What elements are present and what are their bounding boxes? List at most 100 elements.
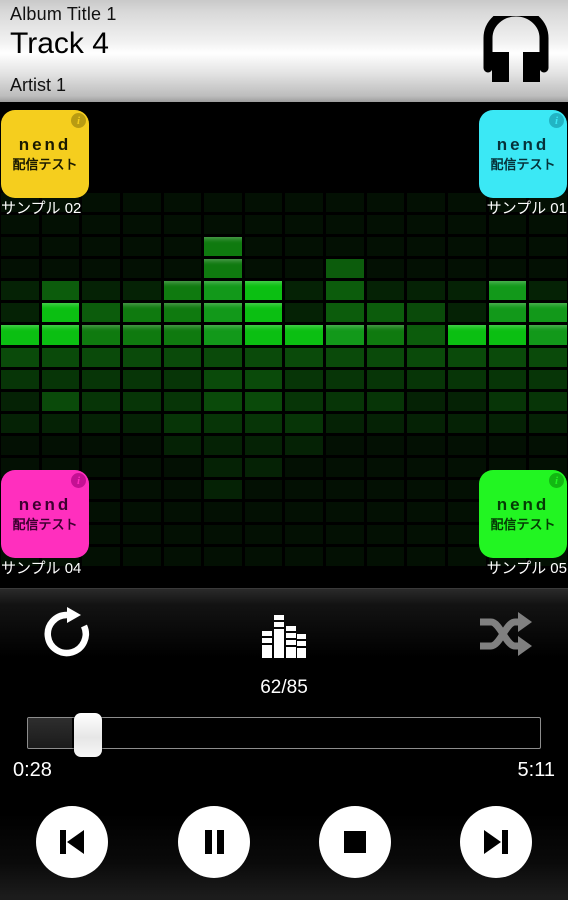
spectrum-cell bbox=[529, 325, 567, 345]
ad-info-icon[interactable]: i bbox=[549, 113, 564, 128]
spectrum-cell bbox=[529, 281, 567, 301]
spectrum-cell bbox=[407, 347, 446, 367]
spectrum-cell bbox=[204, 214, 242, 234]
spectrum-cell bbox=[285, 568, 324, 588]
spectrum-cell bbox=[366, 236, 405, 256]
spectrum-cell bbox=[366, 413, 405, 434]
spectrum-cell bbox=[529, 413, 567, 434]
spectrum-cell bbox=[163, 502, 202, 522]
spectrum-cell bbox=[163, 148, 202, 168]
spectrum-cell bbox=[244, 347, 283, 367]
spectrum-cell bbox=[366, 480, 405, 500]
ad-card[interactable]: nend 配信テスト i bbox=[479, 470, 567, 558]
spectrum-cell bbox=[326, 480, 364, 500]
ad-card[interactable]: nend 配信テスト i bbox=[1, 110, 89, 198]
ad-banner-top-right[interactable]: nend 配信テスト i サンプル 01 bbox=[479, 110, 567, 219]
spectrum-cell bbox=[1, 436, 39, 456]
spectrum-cell bbox=[488, 325, 527, 345]
transport-controls bbox=[0, 806, 568, 884]
spectrum-cell bbox=[366, 192, 405, 212]
spectrum-cell bbox=[82, 325, 120, 345]
pause-button[interactable] bbox=[178, 806, 250, 878]
spectrum-cell bbox=[326, 303, 364, 323]
spectrum-cell bbox=[448, 413, 486, 434]
spectrum-cell bbox=[244, 391, 283, 411]
spectrum-cell bbox=[1, 258, 39, 279]
spectrum-cell bbox=[122, 347, 161, 367]
spectrum-cell bbox=[122, 480, 161, 500]
next-button[interactable] bbox=[460, 806, 532, 878]
ad-info-icon[interactable]: i bbox=[71, 113, 86, 128]
spectrum-cell bbox=[204, 126, 242, 146]
spectrum-cell bbox=[285, 436, 324, 456]
track-title: Track 4 bbox=[10, 27, 109, 60]
spectrum-cell bbox=[285, 325, 324, 345]
spectrum-cell bbox=[41, 347, 80, 367]
spectrum-cell bbox=[366, 170, 405, 190]
seek-slider[interactable] bbox=[27, 713, 541, 757]
ad-info-icon[interactable]: i bbox=[71, 473, 86, 488]
spectrum-cell bbox=[285, 258, 324, 279]
seek-thumb[interactable] bbox=[74, 713, 102, 757]
spectrum-cell bbox=[488, 281, 527, 301]
spectrum-cell bbox=[244, 325, 283, 345]
spectrum-cell bbox=[122, 502, 161, 522]
spectrum-cell bbox=[204, 413, 242, 434]
headphones-icon bbox=[478, 7, 554, 88]
spectrum-cell bbox=[448, 391, 486, 411]
spectrum-cell bbox=[82, 436, 120, 456]
spectrum-cell bbox=[244, 303, 283, 323]
spectrum-cell bbox=[529, 303, 567, 323]
spectrum-cell bbox=[204, 369, 242, 389]
spectrum-cell bbox=[326, 524, 364, 544]
spectrum-cell bbox=[366, 214, 405, 234]
ad-banner-bottom-left[interactable]: nend 配信テスト i サンプル 04 bbox=[1, 470, 89, 579]
spectrum-cell bbox=[529, 347, 567, 367]
stop-button[interactable] bbox=[319, 806, 391, 878]
spectrum-cell bbox=[163, 568, 202, 588]
spectrum-cell bbox=[204, 568, 242, 588]
spectrum-cell bbox=[41, 391, 80, 411]
seek-track[interactable] bbox=[27, 717, 541, 749]
ad-caption: サンプル 01 bbox=[486, 200, 567, 217]
spectrum-cell bbox=[285, 369, 324, 389]
spectrum-visualizer[interactable]: nend 配信テスト i サンプル 02 nend 配信テスト i サンプル 0… bbox=[0, 104, 568, 588]
ad-card[interactable]: nend 配信テスト i bbox=[1, 470, 89, 558]
repeat-button[interactable] bbox=[32, 603, 102, 665]
spectrum-cell bbox=[204, 104, 242, 124]
spectrum-cell bbox=[41, 236, 80, 256]
spectrum-cell bbox=[326, 325, 364, 345]
ad-card[interactable]: nend 配信テスト i bbox=[479, 110, 567, 198]
ad-info-icon[interactable]: i bbox=[549, 473, 564, 488]
previous-button[interactable] bbox=[36, 806, 108, 878]
shuffle-button[interactable] bbox=[470, 603, 540, 665]
spectrum-cell bbox=[366, 325, 405, 345]
spectrum-cell bbox=[244, 480, 283, 500]
spectrum-cell bbox=[529, 258, 567, 279]
spectrum-cell bbox=[82, 258, 120, 279]
spectrum-cell bbox=[82, 281, 120, 301]
spectrum-cell bbox=[448, 347, 486, 367]
spectrum-cell bbox=[163, 281, 202, 301]
spectrum-cell bbox=[163, 436, 202, 456]
spectrum-cell bbox=[448, 369, 486, 389]
ad-subtitle: 配信テスト bbox=[490, 157, 556, 172]
spectrum-cell bbox=[407, 436, 446, 456]
equalizer-button[interactable] bbox=[249, 603, 319, 665]
skip-next-icon bbox=[484, 830, 508, 854]
spectrum-cell bbox=[366, 347, 405, 367]
ad-banner-top-left[interactable]: nend 配信テスト i サンプル 02 bbox=[1, 110, 89, 219]
spectrum-cell bbox=[407, 480, 446, 500]
ad-banner-bottom-right[interactable]: nend 配信テスト i サンプル 05 bbox=[479, 470, 567, 579]
spectrum-cell bbox=[204, 236, 242, 256]
spectrum-cell bbox=[1, 369, 39, 389]
music-player-screen: Album Title 1 Track 4 Artist 1 nend 配信テス… bbox=[0, 0, 568, 900]
spectrum-cell bbox=[326, 104, 364, 124]
spectrum-cell bbox=[204, 281, 242, 301]
spectrum-cell bbox=[285, 281, 324, 301]
ad-caption: サンプル 05 bbox=[486, 560, 567, 577]
spectrum-cell bbox=[204, 480, 242, 500]
spectrum-cell bbox=[163, 258, 202, 279]
spectrum-cell bbox=[244, 192, 283, 212]
spectrum-cell bbox=[326, 126, 364, 146]
